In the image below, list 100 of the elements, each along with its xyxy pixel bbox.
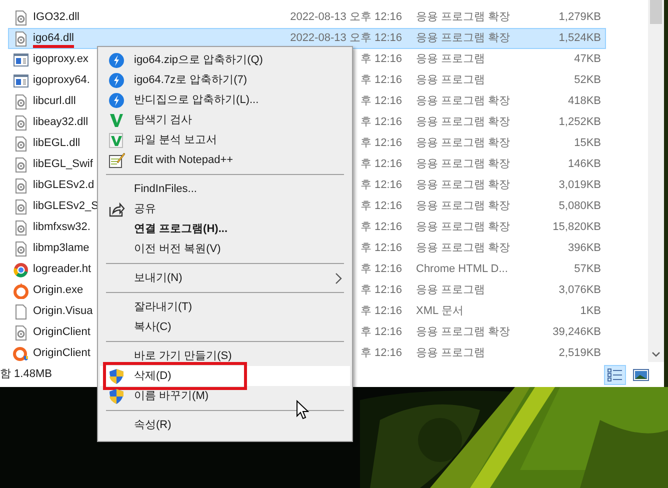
menu-item[interactable]: 이름 바꾸기(M)	[100, 386, 350, 406]
lightning-icon	[108, 72, 125, 89]
file-date: 후 12:16	[360, 179, 402, 192]
file-size: 3,076KB	[558, 284, 601, 296]
gear-file-icon	[13, 240, 29, 256]
menu-item[interactable]: 탐색기 검사	[100, 110, 350, 130]
file-name[interactable]: igoproxy64.	[33, 74, 90, 86]
file-type: Chrome HTML D...	[416, 263, 508, 276]
gear-file-icon	[13, 324, 29, 340]
file-name[interactable]: IGO32.dll	[33, 11, 80, 24]
file-type: 응용 프로그램 확장	[416, 116, 510, 128]
file-size: 418KB	[568, 95, 601, 108]
scroll-thumb[interactable]	[650, 0, 662, 24]
menu-item[interactable]: igo64.7z로 압축하기(7)	[100, 70, 350, 90]
file-size: 39,246KB	[552, 326, 601, 338]
file-date: 후 12:16	[360, 326, 402, 338]
file-date: 후 12:16	[360, 242, 402, 254]
file-row[interactable]: igo64.dll 2022-08-13 오후 12:16 응용 프로그램 확장 1,524KB	[8, 28, 606, 49]
file-size: 5,080KB	[558, 200, 601, 212]
file-name[interactable]: igoproxy.ex	[33, 53, 88, 66]
file-size: 1KB	[580, 305, 601, 318]
file-size: 146KB	[568, 158, 601, 170]
v-shape-icon	[108, 112, 125, 129]
file-type: 응용 프로그램 확장	[416, 11, 510, 24]
menu-item[interactable]: 속성(R)	[100, 415, 350, 435]
gear-file-icon	[13, 178, 29, 194]
file-date: 후 12:16	[360, 347, 402, 360]
file-type: 응용 프로그램	[416, 74, 486, 86]
gear-file-icon	[13, 156, 29, 172]
lightning-icon	[108, 52, 125, 69]
file-size: 47KB	[574, 53, 601, 66]
file-date: 2022-08-13 오후 12:16	[290, 11, 402, 24]
file-name[interactable]: OriginClient	[33, 326, 90, 338]
file-date: 후 12:16	[360, 284, 402, 296]
file-type: 응용 프로그램 확장	[416, 242, 510, 254]
file-type: 응용 프로그램 확장	[416, 221, 510, 234]
file-name[interactable]: Origin.Visua	[33, 305, 93, 318]
file-date: 후 12:16	[360, 95, 402, 108]
menu-item[interactable]: 연결 프로그램(H)...	[100, 219, 350, 239]
gear-file-icon	[13, 198, 29, 214]
menu-item[interactable]: 파일 분석 보고서	[100, 130, 350, 150]
gear-file-icon	[13, 136, 29, 152]
file-type: 응용 프로그램 확장	[416, 326, 510, 338]
lightning-icon	[108, 92, 125, 109]
status-text: 함 1.48MB	[0, 367, 52, 382]
file-size: 1,252KB	[558, 116, 601, 128]
scrollbar[interactable]	[648, 0, 664, 362]
menu-item[interactable]: 보내기(N)	[100, 268, 350, 288]
file-date: 후 12:16	[360, 200, 402, 212]
file-name[interactable]: libGLESv2_S	[33, 200, 98, 212]
details-view-button[interactable]	[604, 364, 626, 384]
file-date: 후 12:16	[360, 53, 402, 66]
file-date: 후 12:16	[360, 116, 402, 128]
file-date: 후 12:16	[360, 305, 402, 318]
menu-item[interactable]: 복사(C)	[100, 317, 350, 337]
file-type: 응용 프로그램	[416, 347, 486, 360]
gear-file-icon	[13, 94, 29, 110]
file-name[interactable]: libGLESv2.d	[33, 179, 94, 192]
window-file-icon	[13, 72, 29, 88]
file-type: 응용 프로그램 확장	[416, 179, 510, 192]
shield-icon	[108, 368, 125, 385]
menu-item[interactable]: 이전 버전 복원(V)	[100, 239, 350, 259]
file-date: 후 12:16	[360, 137, 402, 150]
menu-item[interactable]: Edit with Notepad++	[100, 150, 350, 170]
file-name[interactable]: libEGL.dll	[33, 137, 80, 150]
ring-shield-icon	[13, 346, 29, 362]
menu-item[interactable]: 잘라내기(T)	[100, 297, 350, 317]
file-size: 2,519KB	[558, 347, 601, 360]
file-name: igo64.dll	[33, 32, 74, 48]
ring-icon	[13, 282, 29, 298]
file-size: 57KB	[574, 263, 601, 276]
file-name[interactable]: logreader.ht	[33, 263, 92, 276]
menu-item[interactable]: 바로 가기 만들기(S)	[100, 346, 350, 366]
file-name[interactable]: libeay32.dll	[33, 116, 88, 128]
menu-item[interactable]: 공유	[100, 199, 350, 219]
file-type: 응용 프로그램 확장	[416, 158, 510, 170]
mouse-cursor-icon	[296, 400, 309, 420]
menu-item[interactable]: FindInFiles...	[100, 179, 350, 199]
gear-file-icon	[13, 114, 29, 130]
file-size: 3,019KB	[558, 179, 601, 192]
browser-icon	[13, 262, 29, 278]
file-name[interactable]: libcurl.dll	[33, 95, 76, 108]
file-date: 후 12:16	[360, 221, 402, 234]
file-name[interactable]: OriginClient	[33, 347, 90, 360]
shield-icon	[108, 388, 125, 405]
file-name[interactable]: Origin.exe	[33, 284, 84, 296]
file-type: 응용 프로그램 확장	[416, 95, 510, 108]
file-name[interactable]: libmp3lame	[33, 242, 90, 254]
file-size: 15,820KB	[552, 221, 601, 234]
file-name[interactable]: libmfxsw32.	[33, 221, 90, 234]
blank-file-icon	[13, 304, 29, 320]
file-size: 1,524KB	[558, 32, 601, 44]
menu-item[interactable]: 반디집으로 압축하기(L)...	[100, 90, 350, 110]
scroll-down-icon[interactable]	[652, 352, 660, 357]
menu-item[interactable]: igo64.zip으로 압축하기(Q)	[100, 50, 350, 70]
file-size: 52KB	[574, 74, 601, 86]
file-date: 후 12:16	[360, 158, 402, 170]
window-file-icon	[13, 52, 29, 68]
file-name[interactable]: libEGL_Swif	[33, 158, 93, 170]
gear-file-icon	[13, 10, 29, 26]
